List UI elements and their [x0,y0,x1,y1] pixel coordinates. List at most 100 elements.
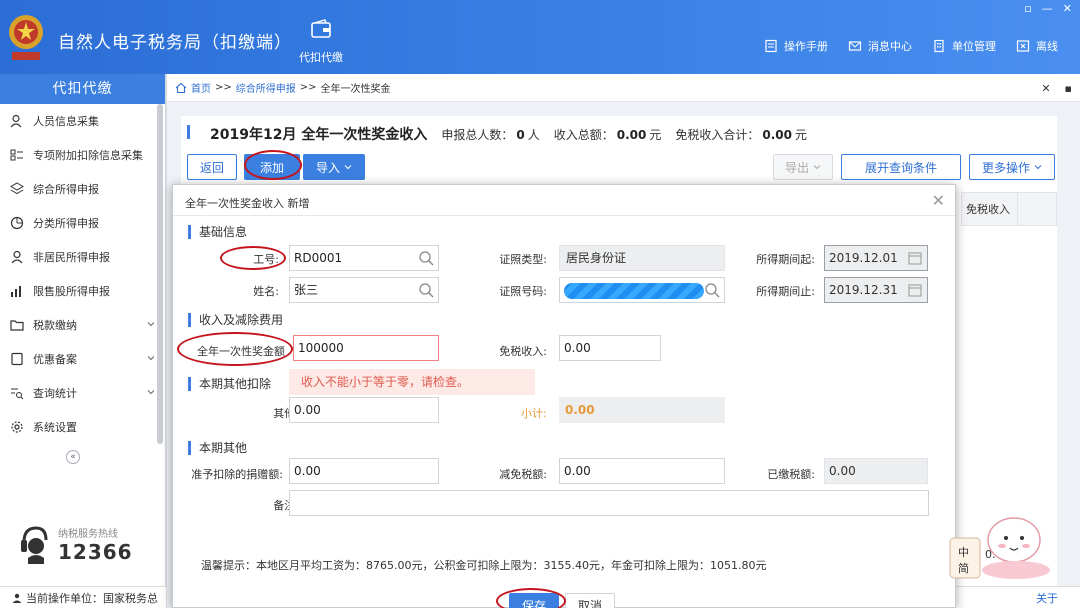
import-button[interactable]: 导入 [303,154,365,180]
wallet-icon [311,19,331,38]
page-title: 2019年12月 全年一次性奖金收入 [210,127,428,143]
sidebar-item-label: 查询统计 [33,387,77,400]
svg-text:中: 中 [958,546,969,559]
sidebar-item-settings[interactable]: 系统设置 [0,410,165,444]
more-actions-button[interactable]: 更多操作 [969,154,1055,180]
main-status-bar [956,586,1080,608]
note-label: 备注: [273,499,299,512]
app-title: 自然人电子税务局（扣缴端） [58,33,292,53]
expand-query-button[interactable]: 展开查询条件 [841,154,961,180]
tax-free-income-input[interactable]: 0.00 [559,335,661,361]
search-icon[interactable] [704,282,720,298]
sidebar-item-label: 优惠备案 [33,353,77,366]
note-input[interactable] [289,490,929,516]
employee-id-input[interactable]: RD0001 [289,245,439,271]
back-button[interactable]: 返回 [187,154,237,180]
save-button[interactable]: 保存 [509,593,559,608]
sidebar-item-comprehensive[interactable]: 综合所得申报 [0,172,165,206]
tax-paid-field[interactable]: 0.00 [824,458,928,484]
bonus-amount-input[interactable]: 100000 [293,335,439,361]
calendar-icon[interactable] [907,282,923,298]
search-icon[interactable] [418,250,434,266]
breadcrumb-home[interactable]: 首页 [191,80,211,95]
cert-number-input[interactable] [559,277,725,303]
dialog-divider [173,215,955,216]
reminder-text: 温馨提示：本地区月平均工资为：8765.00元，公积金可扣除上限为：3155.4… [201,559,767,572]
user-icon [11,250,23,264]
donation-input[interactable]: 0.00 [289,458,439,484]
sidebar-item-label: 综合所得申报 [33,183,99,196]
tab-close-icon[interactable]: ✕ [1041,82,1050,95]
message-center-link[interactable]: 消息中心 [848,38,912,54]
tax-relief-input[interactable]: 0.00 [559,458,725,484]
export-button[interactable]: 导出 [773,154,833,180]
search-icon[interactable] [418,282,434,298]
bottom-right-link[interactable]: 关于 [1036,590,1058,606]
unit-management-link[interactable]: 单位管理 [932,38,996,54]
user-status-icon [12,593,22,603]
section-accent [188,312,191,327]
sidebar-item-tax-payment[interactable]: 税款缴纳 [0,308,165,342]
sidebar-item-special-deduction[interactable]: 专项附加扣除信息采集 [0,138,165,172]
section-other-deductions: 本期其他扣除 [188,375,271,392]
dialog-title: 全年一次性奖金收入 新增 [185,197,310,210]
doc-icon [11,352,23,366]
breadcrumb-comprehensive[interactable]: 综合所得申报 [236,80,296,95]
mascot-sticker: 中 简 [949,517,1050,579]
sidebar-collapse-button[interactable]: « [66,450,80,464]
mail-icon [848,41,862,51]
sidebar-item-restricted-stock[interactable]: 限售股所得申报 [0,274,165,308]
sidebar-item-label: 人员信息采集 [33,115,99,128]
close-window-icon[interactable]: ✕ [1063,2,1072,15]
pie-icon [10,216,24,230]
logout-link[interactable]: 离线 [1016,38,1058,54]
name-label: 姓名: [253,285,279,298]
name-input[interactable]: 张三 [289,277,439,303]
sidebar-header: 代扣代缴 [0,74,165,104]
sidebar-item-nonresident[interactable]: 非居民所得申报 [0,240,165,274]
list-icon [10,149,23,161]
app-header: 自然人电子税务局（扣缴端） 代扣代缴 操作手册 消息中心 单位管理 离线 ▫ —… [0,0,1080,74]
folder-icon [10,320,24,331]
subtotal-value: 0.00 [559,397,725,423]
close-icon[interactable]: ✕ [932,191,945,210]
section-other-label: 本期其他 [199,441,248,455]
home-icon [175,82,187,93]
sidebar-scrollbar[interactable] [157,104,163,444]
add-button[interactable]: 添加 [244,154,300,180]
sidebar-item-personnel[interactable]: 人员信息采集 [0,104,165,138]
restore-window-icon[interactable]: ▫ [1024,2,1031,15]
other-label: 其他: [273,407,299,420]
manual-link[interactable]: 操作手册 [764,38,828,54]
section-other: 本期其他 [188,439,247,456]
bonus-amount-label: 全年一次性奖金额 [197,345,285,358]
sidebar-item-preferential[interactable]: 优惠备案 [0,342,165,376]
cancel-button[interactable]: 取消 [565,593,615,608]
tax-free-total-stat: 免税收入合计： 0.00 元 [675,128,807,142]
current-unit-text: 当前操作单位：国家税务总 [26,591,158,605]
sidebar-item-query[interactable]: 查询统计 [0,376,165,410]
minimize-icon[interactable]: — [1042,2,1053,15]
period-end-field[interactable]: 2019.12.31 [824,277,928,303]
sidebar-item-label: 限售股所得申报 [33,285,110,298]
calendar-icon[interactable] [907,250,923,266]
chevron-down-icon [813,165,821,170]
chevron-down-icon [147,322,155,327]
title-accent [187,125,190,139]
bar-icon [11,286,21,297]
cert-number-label: 证照号码: [499,285,547,298]
section-deduct-label: 本期其他扣除 [199,377,272,391]
gear-icon [11,421,23,433]
sidebar-item-classified[interactable]: 分类所得申报 [0,206,165,240]
export-button-label: 导出 [784,160,809,175]
nav-withholding[interactable]: 代扣代缴 [296,18,346,65]
total-people-stat: 申报总人数： 0 人 [441,128,540,142]
other-deduction-input[interactable]: 0.00 [289,397,439,423]
sidebar-item-label: 系统设置 [33,421,77,434]
tab-maximize-icon[interactable]: ▪ [1065,82,1072,95]
period-start-field[interactable]: 2019.12.01 [824,245,928,271]
tax-paid-label: 已缴税额: [767,468,815,481]
cert-type-field[interactable]: 居民身份证 [559,245,725,271]
tax-relief-label: 减免税额: [499,468,547,481]
period-end-value: 2019.12.31 [829,283,898,297]
